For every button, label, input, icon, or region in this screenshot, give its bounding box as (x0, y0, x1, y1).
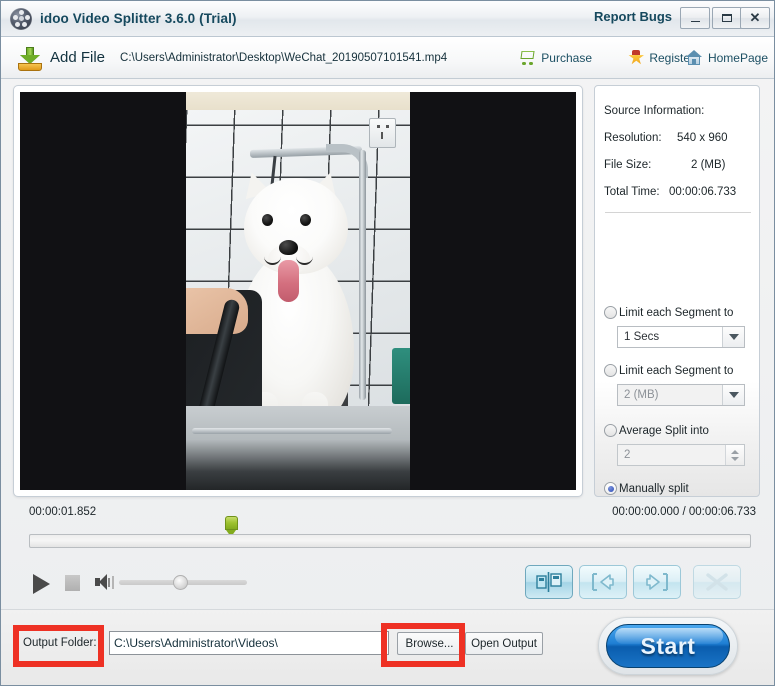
minimize-icon (690, 20, 700, 22)
add-file-label: Add File (50, 49, 106, 66)
position-total-time-display: 00:00:00.000 / 00:00:06.733 (612, 506, 756, 518)
file-size-value: 2 (MB) (691, 159, 726, 171)
spinner-arrows-icon[interactable] (725, 445, 744, 465)
radio-label: Manually split (619, 482, 689, 495)
average-split-value: 2 (624, 449, 631, 461)
close-x-icon (706, 573, 728, 591)
resolution-label: Resolution: (604, 132, 662, 144)
average-split-spinner[interactable]: 2 (617, 444, 745, 466)
radio-limit-segment-size[interactable]: Limit each Segment to (604, 364, 733, 377)
home-icon (685, 49, 703, 66)
app-logo-icon (10, 7, 32, 30)
add-file-button[interactable]: Add File (17, 45, 105, 71)
maximize-icon (722, 14, 732, 22)
file-size-label: File Size: (604, 159, 652, 171)
stop-button[interactable] (65, 575, 80, 591)
start-button-inner: Start (606, 624, 730, 668)
chevron-down-icon[interactable] (722, 385, 744, 405)
total-time-label: Total Time: (604, 186, 660, 198)
video-canvas[interactable] (20, 92, 576, 490)
split-icon (536, 572, 562, 592)
resolution-value: 540 x 960 (677, 132, 728, 144)
maximize-button[interactable] (712, 7, 742, 29)
radio-manually-split[interactable]: Manually split (604, 482, 689, 495)
timeline-marker-handle[interactable] (225, 516, 238, 537)
main-toolbar: Add File C:\Users\Administrator\Desktop\… (1, 37, 774, 79)
radio-indicator-selected (604, 482, 617, 495)
split-segment-button[interactable] (525, 565, 573, 599)
close-button[interactable]: ✕ (740, 7, 770, 29)
jump-forward-icon (646, 573, 668, 591)
total-time-value: 00:00:06.733 (669, 186, 737, 198)
volume-slider-thumb[interactable] (173, 575, 188, 590)
purchase-link[interactable]: Purchase (519, 50, 592, 65)
purchase-label: Purchase (541, 50, 592, 65)
title-bar: idoo Video Splitter 3.6.0 (Trial) Report… (1, 1, 774, 37)
close-icon: ✕ (749, 10, 761, 25)
radio-indicator (604, 424, 617, 437)
radio-average-split[interactable]: Average Split into (604, 424, 709, 437)
start-button-label: Start (640, 632, 696, 659)
delete-segment-button[interactable] (693, 565, 741, 599)
homepage-label: HomePage (707, 50, 768, 65)
window-title: idoo Video Splitter 3.6.0 (Trial) (40, 11, 237, 26)
previous-segment-button[interactable] (579, 565, 627, 599)
download-arrow-icon (17, 45, 43, 71)
segment-time-value: 1 Secs (624, 331, 660, 343)
marker-pin-icon (225, 516, 238, 530)
source-information-heading: Source Information: (604, 105, 705, 117)
segment-time-combobox[interactable]: 1 Secs (617, 326, 745, 348)
chevron-down-icon[interactable] (722, 327, 744, 347)
star-icon (628, 49, 644, 66)
volume-icon[interactable] (95, 574, 115, 591)
radio-label: Limit each Segment to (619, 364, 734, 377)
application-window: idoo Video Splitter 3.6.0 (Trial) Report… (0, 0, 775, 686)
segment-size-value: 2 (MB) (624, 389, 659, 401)
wall-outlet (369, 118, 396, 148)
source-info-panel: Source Information: Resolution: 540 x 96… (594, 85, 760, 497)
register-link[interactable]: Register (628, 49, 694, 66)
video-preview-frame (13, 85, 583, 497)
next-segment-button[interactable] (633, 565, 681, 599)
timeline-scrubber[interactable] (29, 534, 751, 548)
radio-label: Average Split into (619, 424, 709, 437)
jump-back-icon (592, 573, 614, 591)
radio-label: Limit each Segment to (619, 306, 734, 319)
radio-limit-segment-time[interactable]: Limit each Segment to (604, 306, 733, 319)
minimize-button[interactable] (680, 7, 710, 29)
segment-size-combobox[interactable]: 2 (MB) (617, 384, 745, 406)
open-output-button[interactable]: Open Output (465, 632, 543, 655)
output-folder-label: Output Folder: (23, 637, 97, 649)
video-frame-image (186, 92, 410, 490)
play-button[interactable] (33, 574, 50, 594)
shopping-cart-icon (519, 50, 536, 65)
report-bugs-link[interactable]: Report Bugs (594, 9, 672, 24)
start-button[interactable]: Start (598, 617, 738, 675)
loaded-file-path: C:\Users\Administrator\Desktop\WeChat_20… (120, 51, 448, 64)
radio-indicator (604, 364, 617, 377)
homepage-link[interactable]: HomePage (685, 49, 768, 66)
output-folder-input[interactable]: C:\Users\Administrator\Videos\ (109, 631, 389, 655)
browse-button[interactable]: Browse... (397, 632, 462, 655)
radio-indicator (604, 306, 617, 319)
panel-divider (605, 212, 751, 213)
marker-time-display: 00:00:01.852 (29, 506, 97, 518)
